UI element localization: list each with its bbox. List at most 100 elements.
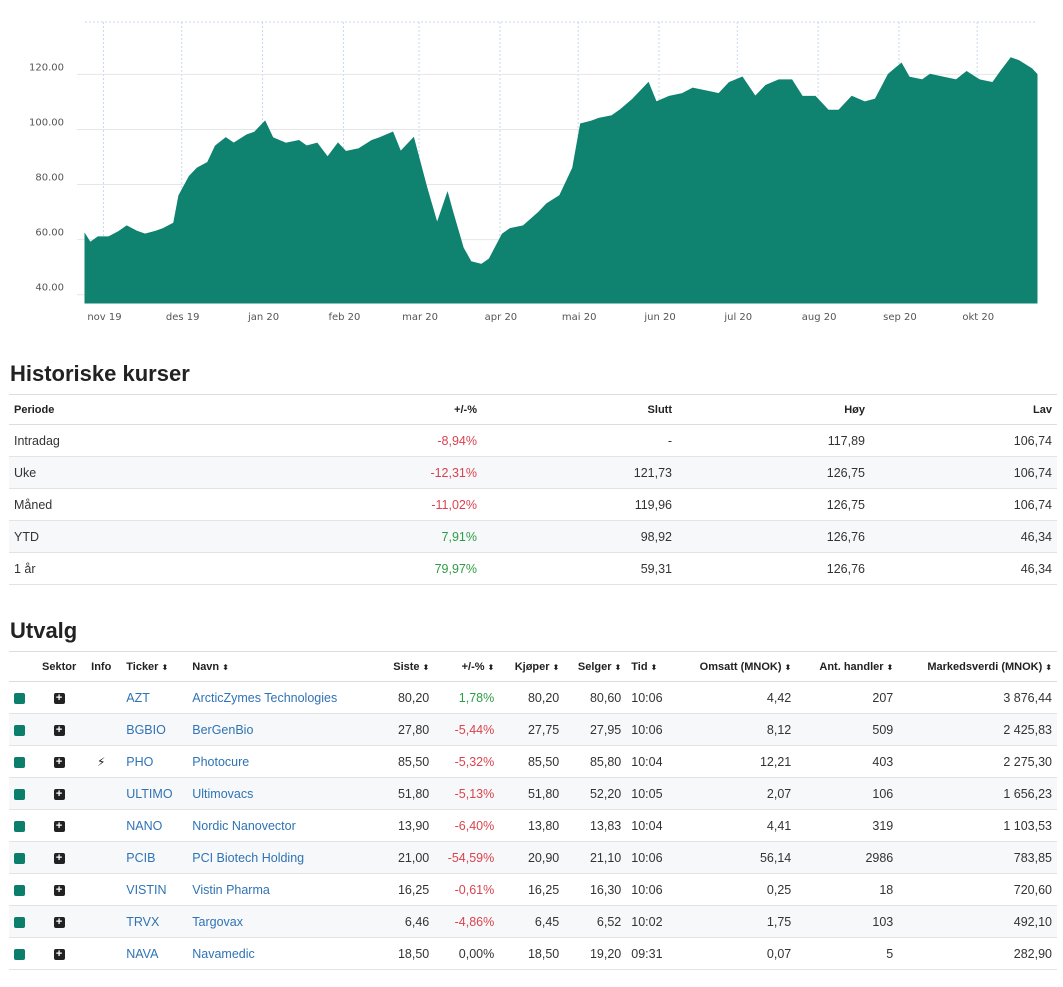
list-item[interactable]: + AZT ArcticZymes Technologies 80,20 1,78% 80… [9,681,1057,714]
plus-square-icon[interactable]: + [53,820,65,832]
name-cell[interactable]: BerGenBio [187,713,383,746]
list-item[interactable]: + BGBIO BerGenBio 27,80 -5,44% 27,75 27,95 10:0… [9,713,1057,746]
company-name-link[interactable]: PCI Biotech Holding [192,851,304,865]
turnover-cell: 8,12 [676,713,797,746]
company-name-link[interactable]: Nordic Nanovector [192,819,296,833]
time-cell: 10:04 [626,745,677,778]
ticker-link[interactable]: AZT [126,691,150,705]
sort-pct[interactable]: +/-% ⬍ [434,651,500,682]
company-name-link[interactable]: Ultimovacs [192,787,253,801]
turnover-cell: 56,14 [676,841,797,874]
sector-color-square [14,788,25,800]
name-cell[interactable]: Ultimovacs [187,777,383,810]
name-cell[interactable]: Targovax [187,905,383,938]
ticker-cell[interactable]: PCIB [121,841,188,874]
sector-cell[interactable]: + [37,713,82,746]
sector-cell[interactable]: + [37,809,82,842]
x-tick-label: nov 19 [87,312,121,323]
sector-cell[interactable]: + [37,681,82,714]
list-item[interactable]: + TRVX Targovax 6,46 -4,86% 6,45 6,52 10:02 1,75… [9,905,1057,938]
sort-mverdi[interactable]: Markedsverdi (MNOK) ⬍ [898,651,1057,682]
x-axis: nov 19 des 19 jan 20 feb 20 mar 20 apr 20 mai … [87,312,994,323]
sort-tid[interactable]: Tid ⬍ [626,651,677,682]
company-name-link[interactable]: Photocure [192,755,249,769]
ticker-cell[interactable]: TRVX [121,905,188,938]
sort-ticker[interactable]: Ticker ⬍ [121,651,188,682]
ticker-cell[interactable]: VISTIN [121,873,188,906]
sector-cell[interactable]: + [37,937,82,970]
ticker-cell[interactable]: BGBIO [121,713,188,746]
sort-kjoper[interactable]: Kjøper ⬍ [499,651,565,682]
last-price-cell: 85,50 [382,745,435,778]
sector-cell[interactable]: + [37,745,82,778]
plus-square-icon[interactable]: + [53,852,65,864]
name-cell[interactable]: Photocure [187,745,383,778]
price-chart[interactable]: 40.00 60.00 80.00 100.00 120.00 nov 19 des 19… [0,0,1063,330]
header-label: Navn [192,660,220,673]
turnover-cell: 4,41 [676,809,797,842]
list-item[interactable]: + ULTIMO Ultimovacs 51,80 -5,13% 51,80 52,20 10… [9,777,1057,810]
sort-siste[interactable]: Siste ⬍ [382,651,435,682]
lightning-icon[interactable]: ⚡ [97,755,105,769]
sector-cell[interactable]: + [37,873,82,906]
low-cell: 106,74 [870,456,1057,489]
company-name-link[interactable]: ArcticZymes Technologies [192,691,337,705]
info-cell [81,777,122,810]
sort-omsatt[interactable]: Omsatt (MNOK) ⬍ [676,651,797,682]
column-header-slutt: Slutt [482,394,677,425]
sort-handler[interactable]: Ant. handler ⬍ [796,651,899,682]
header-label: Ant. handler [819,660,884,673]
plus-square-icon[interactable]: + [53,724,65,736]
ticker-link[interactable]: PCIB [126,851,155,865]
list-item[interactable]: + NANO Nordic Nanovector 13,90 -6,40% 13,80 13… [9,809,1057,842]
sector-cell[interactable]: + [37,905,82,938]
name-cell[interactable]: Navamedic [187,937,383,970]
company-name-link[interactable]: Navamedic [192,947,255,961]
ticker-cell[interactable]: ULTIMO [121,777,188,810]
period-cell: 1 år [9,552,264,585]
ticker-link[interactable]: TRVX [126,915,159,929]
list-item[interactable]: + ⚡ PHO Photocure 85,50 -5,32% 85,50 85,80 10:04… [9,745,1057,778]
sort-navn[interactable]: Navn ⬍ [187,651,383,682]
sector-color-cell [9,841,37,874]
trades-cell: 2986 [796,841,899,874]
name-cell[interactable]: Vistin Pharma [187,873,383,906]
name-cell[interactable]: Nordic Nanovector [187,809,383,842]
plus-square-icon[interactable]: + [53,916,65,928]
ticker-link[interactable]: ULTIMO [126,787,172,801]
plus-square-icon[interactable]: + [53,884,65,896]
plus-square-icon[interactable]: + [53,948,65,960]
sector-color-cell [9,745,37,778]
ticker-cell[interactable]: AZT [121,681,188,714]
list-item[interactable]: + VISTIN Vistin Pharma 16,25 -0,61% 16,25 16,3… [9,873,1057,906]
ticker-link[interactable]: NAVA [126,947,158,961]
bid-cell: 13,80 [499,809,565,842]
sort-icon: ⬍ [886,662,894,672]
ticker-link[interactable]: BGBIO [126,723,166,737]
header-label: Siste [393,660,420,673]
ticker-link[interactable]: NANO [126,819,162,833]
sort-selger[interactable]: Selger ⬍ [564,651,627,682]
list-item[interactable]: + PCIB PCI Biotech Holding 21,00 -54,59% 20,9… [9,841,1057,874]
company-name-link[interactable]: BerGenBio [192,723,253,737]
info-cell [81,905,122,938]
list-item[interactable]: + NAVA Navamedic 18,50 0,00% 18,50 19,20 09:31 0… [9,937,1057,970]
name-cell[interactable]: PCI Biotech Holding [187,841,383,874]
ticker-cell[interactable]: PHO [121,745,188,778]
plus-square-icon[interactable]: + [53,692,65,704]
ticker-cell[interactable]: NAVA [121,937,188,970]
plus-square-icon[interactable]: + [53,756,65,768]
sector-cell[interactable]: + [37,777,82,810]
ticker-link[interactable]: PHO [126,755,153,769]
sector-cell[interactable]: + [37,841,82,874]
ticker-cell[interactable]: NANO [121,809,188,842]
company-name-link[interactable]: Vistin Pharma [192,883,270,897]
y-tick-label: 60.00 [35,228,64,239]
period-cell: YTD [9,520,264,553]
ticker-link[interactable]: VISTIN [126,883,166,897]
plus-square-icon[interactable]: + [53,788,65,800]
name-cell[interactable]: ArcticZymes Technologies [187,681,383,714]
company-name-link[interactable]: Targovax [192,915,243,929]
turnover-cell: 0,25 [676,873,797,906]
bid-cell: 85,50 [499,745,565,778]
